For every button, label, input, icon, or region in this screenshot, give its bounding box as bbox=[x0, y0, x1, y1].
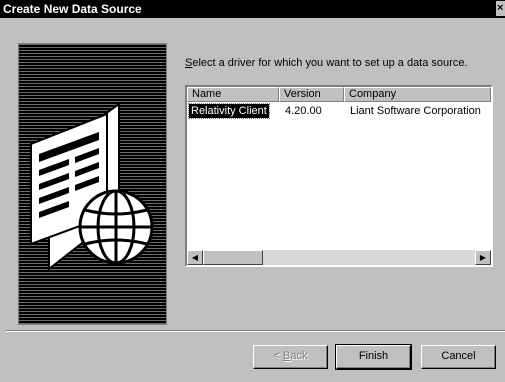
driver-company-cell[interactable]: Liant Software Corporation bbox=[348, 104, 481, 118]
back-button[interactable]: < Back bbox=[253, 345, 328, 369]
globe-icon bbox=[78, 189, 154, 265]
driver-version-cell[interactable]: 4.20.00 bbox=[283, 104, 322, 118]
column-header-company[interactable]: Company bbox=[344, 87, 491, 102]
title-bar: Create New Data Source × bbox=[0, 0, 505, 18]
back-rest: ack bbox=[290, 350, 308, 362]
driver-prompt: Select a driver for which you want to se… bbox=[185, 57, 468, 69]
window-title: Create New Data Source bbox=[3, 2, 142, 16]
scroll-thumb[interactable] bbox=[203, 250, 263, 265]
back-prefix: < bbox=[273, 350, 283, 362]
cancel-button[interactable]: Cancel bbox=[421, 345, 496, 369]
driver-name-cell[interactable]: Relativity Client bbox=[188, 103, 270, 119]
close-button[interactable]: × bbox=[496, 1, 505, 16]
scroll-right-button[interactable]: ▶ bbox=[475, 250, 491, 265]
prompt-text: elect a driver for which you want to set… bbox=[192, 57, 468, 69]
column-header-version[interactable]: Version bbox=[279, 87, 344, 102]
illustration-graphic bbox=[30, 102, 154, 272]
data-source-illustration-icon bbox=[18, 43, 167, 325]
column-header-name[interactable]: Name bbox=[187, 87, 279, 102]
button-separator bbox=[6, 330, 505, 332]
scroll-left-button[interactable]: ◀ bbox=[187, 250, 203, 265]
horizontal-scrollbar[interactable]: ◀ ▶ bbox=[187, 250, 491, 265]
driver-list[interactable]: Name Version Company Relativity Client 4… bbox=[185, 85, 493, 267]
finish-button[interactable]: Finish bbox=[335, 344, 412, 370]
